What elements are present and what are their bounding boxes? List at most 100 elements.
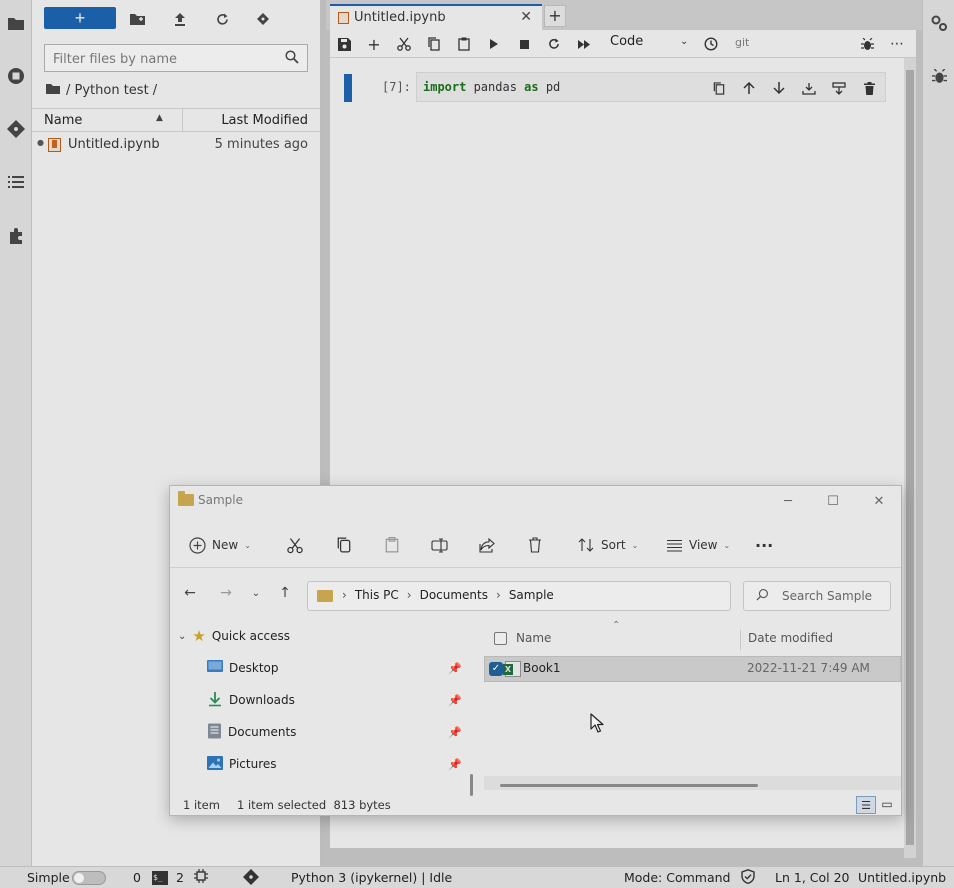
tiles-view-icon[interactable]: ▭ bbox=[880, 797, 894, 811]
duplicate-cell-icon[interactable] bbox=[711, 80, 727, 96]
table-of-contents-icon[interactable] bbox=[6, 172, 26, 192]
kernels-count[interactable]: 2 bbox=[176, 870, 184, 885]
insert-below-icon[interactable] bbox=[831, 80, 847, 96]
name-column-header[interactable]: Name bbox=[516, 631, 551, 645]
trusted-shield-icon[interactable] bbox=[741, 869, 755, 887]
move-up-icon[interactable] bbox=[741, 80, 757, 96]
tab-untitled-notebook[interactable]: Untitled.ipynb ✕ bbox=[330, 4, 542, 30]
new-button[interactable]: New ⌄ bbox=[188, 534, 251, 556]
sort-button[interactable]: Sort ⌄ bbox=[577, 534, 638, 556]
kernel-status[interactable]: Python 3 (ipykernel) | Idle bbox=[291, 870, 452, 885]
forward-arrow-icon[interactable]: → bbox=[217, 584, 235, 602]
close-icon[interactable]: ✕ bbox=[869, 491, 889, 511]
nav-item-quick-access[interactable]: ⌄ ★ Quick access bbox=[178, 625, 290, 647]
up-arrow-icon[interactable]: ↑ bbox=[276, 584, 294, 602]
folder-icon[interactable] bbox=[6, 13, 26, 33]
git-status-icon[interactable] bbox=[243, 869, 259, 888]
recent-locations-chevron-icon[interactable]: ⌄ bbox=[247, 584, 265, 602]
chevron-down-icon[interactable]: ⌄ bbox=[680, 36, 688, 47]
pin-icon[interactable]: 📌 bbox=[448, 726, 462, 739]
terminals-count[interactable]: 0 bbox=[133, 870, 141, 885]
cut-button[interactable] bbox=[286, 534, 304, 556]
delete-cell-icon[interactable] bbox=[861, 80, 877, 96]
paste-button[interactable] bbox=[383, 534, 401, 556]
file-row[interactable]: ✓ Book1 2022-11-21 7:49 AM bbox=[484, 656, 901, 682]
nav-item-documents[interactable]: Documents bbox=[207, 721, 296, 743]
details-view-icon[interactable]: ☰ bbox=[856, 796, 876, 814]
explorer-titlebar[interactable]: Sample ─ ☐ ✕ bbox=[170, 486, 901, 516]
kernel-chip-icon[interactable] bbox=[194, 869, 208, 886]
cell-editor[interactable]: import pandas as pd bbox=[416, 72, 886, 102]
column-divider[interactable] bbox=[740, 630, 741, 650]
copy-icon[interactable] bbox=[426, 36, 442, 52]
nav-item-downloads[interactable]: Downloads bbox=[207, 689, 295, 711]
horizontal-scrollbar[interactable] bbox=[484, 776, 901, 790]
debugger-bug-icon[interactable] bbox=[859, 36, 875, 52]
close-icon[interactable]: ✕ bbox=[520, 9, 532, 25]
home-folder-icon[interactable] bbox=[46, 83, 60, 98]
path-sample[interactable]: Sample bbox=[509, 588, 554, 602]
scrollbar-thumb[interactable] bbox=[470, 774, 473, 796]
fast-forward-icon[interactable] bbox=[576, 36, 592, 52]
stop-icon[interactable] bbox=[516, 36, 532, 52]
scrollbar-thumb[interactable] bbox=[906, 70, 914, 845]
more-options-button[interactable]: ··· bbox=[755, 534, 773, 556]
simple-mode-toggle[interactable] bbox=[72, 871, 106, 885]
cell-collapser[interactable] bbox=[344, 74, 352, 102]
new-folder-icon[interactable] bbox=[128, 10, 146, 28]
cell-type-select[interactable]: Code bbox=[610, 34, 690, 54]
property-inspector-gears-icon[interactable] bbox=[929, 13, 949, 33]
nav-item-pictures[interactable]: Pictures bbox=[207, 753, 277, 775]
refresh-icon[interactable] bbox=[213, 10, 231, 28]
add-tab-button[interactable]: + bbox=[544, 5, 566, 27]
path-this-pc[interactable]: This PC bbox=[355, 588, 399, 602]
cut-icon[interactable] bbox=[396, 36, 412, 52]
more-options-icon[interactable]: ⋯ bbox=[889, 36, 905, 52]
path-documents[interactable]: Documents bbox=[420, 588, 488, 602]
notebook-scrollbar[interactable] bbox=[904, 58, 916, 858]
filter-files-input[interactable] bbox=[53, 50, 273, 68]
nav-item-desktop[interactable]: Desktop bbox=[207, 657, 279, 679]
address-bar[interactable]: › This PC › Documents › Sample ⌄ ↻ bbox=[307, 581, 853, 611]
git-clone-icon[interactable] bbox=[254, 10, 272, 28]
row-checkbox-checked[interactable]: ✓ bbox=[489, 662, 503, 676]
code-cell[interactable]: [7]: import pandas as pd bbox=[344, 72, 886, 102]
select-all-checkbox[interactable] bbox=[494, 632, 507, 645]
breadcrumb-path[interactable]: / Python test / bbox=[66, 83, 157, 98]
running-kernels-icon[interactable] bbox=[6, 66, 26, 86]
last-modified-column-header[interactable]: Last Modified bbox=[221, 113, 308, 128]
delete-button[interactable] bbox=[526, 534, 544, 556]
insert-cell-icon[interactable]: + bbox=[366, 35, 382, 54]
run-icon[interactable] bbox=[486, 36, 502, 52]
minimize-icon[interactable]: ─ bbox=[778, 491, 798, 511]
back-arrow-icon[interactable]: ← bbox=[181, 584, 199, 602]
git-label[interactable]: git bbox=[735, 36, 749, 49]
move-down-icon[interactable] bbox=[771, 80, 787, 96]
restart-icon[interactable] bbox=[546, 36, 562, 52]
scrollbar-thumb[interactable] bbox=[500, 784, 758, 787]
pin-icon[interactable]: 📌 bbox=[448, 694, 462, 707]
debugger-icon[interactable] bbox=[929, 66, 949, 86]
search-input[interactable] bbox=[782, 588, 886, 604]
file-list-item[interactable]: ● Untitled.ipynb 5 minutes ago bbox=[32, 134, 320, 156]
pin-icon[interactable]: 📌 bbox=[448, 758, 462, 771]
history-icon[interactable] bbox=[703, 36, 719, 52]
column-divider[interactable] bbox=[182, 109, 183, 131]
maximize-icon[interactable]: ☐ bbox=[823, 491, 843, 511]
upload-icon[interactable] bbox=[171, 10, 189, 28]
paste-icon[interactable] bbox=[456, 36, 472, 52]
rename-button[interactable] bbox=[430, 534, 448, 556]
git-icon[interactable] bbox=[6, 119, 26, 139]
date-modified-column-header[interactable]: Date modified bbox=[748, 631, 833, 645]
copy-button[interactable] bbox=[335, 534, 353, 556]
new-launcher-button[interactable]: + bbox=[44, 7, 116, 29]
extensions-icon[interactable] bbox=[6, 226, 26, 246]
name-column-header[interactable]: Name bbox=[44, 113, 82, 128]
share-button[interactable] bbox=[478, 534, 496, 556]
insert-above-icon[interactable] bbox=[801, 80, 817, 96]
save-icon[interactable] bbox=[336, 36, 352, 52]
terminal-icon[interactable]: $_ bbox=[152, 871, 168, 885]
cursor-position[interactable]: Ln 1, Col 20 bbox=[775, 870, 850, 885]
expand-chevron-icon[interactable]: ⌄ bbox=[178, 631, 186, 642]
view-button[interactable]: View ⌄ bbox=[665, 534, 730, 556]
